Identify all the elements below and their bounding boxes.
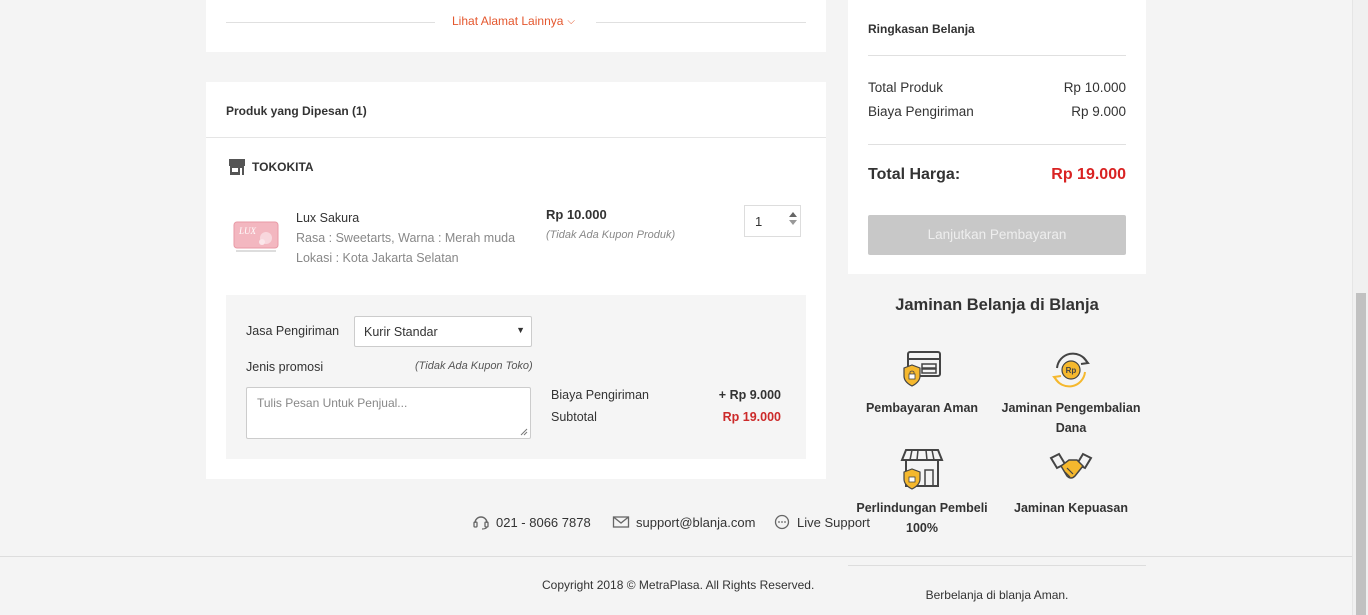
handshake-icon — [1049, 452, 1093, 479]
total-price-value: Rp 19.000 — [1051, 166, 1126, 183]
shopping-summary-card: Ringkasan Belanja Total Produk Rp 10.000… — [848, 0, 1146, 274]
product-coupon-note: (Tidak Ada Kupon Produk) — [546, 229, 676, 241]
seller-note-textarea[interactable]: Tulis Pesan Untuk Penjual... — [246, 387, 531, 439]
chevron-down-icon: ⌵ — [567, 16, 576, 27]
summary-title: Ringkasan Belanja — [868, 22, 975, 36]
live-support-label: Live Support — [797, 514, 870, 530]
divider — [206, 137, 826, 138]
product-image-brand: LUX — [238, 226, 257, 236]
divider — [596, 22, 806, 23]
scrollbar-thumb[interactable] — [1356, 293, 1366, 615]
contact-email[interactable]: support@blanja.com — [612, 514, 755, 530]
increment-arrow-icon[interactable] — [789, 212, 797, 217]
shipping-label: Jasa Pengiriman — [246, 324, 340, 338]
summary-shipping-value: Rp 9.000 — [1071, 104, 1126, 119]
guarantee-item-refund: Rp Jaminan Pengembalian Dana — [996, 346, 1146, 438]
ordered-products-title: Produk yang Dipesan (1) — [226, 104, 367, 118]
guarantee-item-secure-payment: Pembayaran Aman — [847, 346, 997, 418]
summary-shipping-row: Biaya Pengiriman Rp 9.000 — [868, 104, 1126, 119]
store-shield-icon — [900, 449, 944, 490]
summary-shipping-label: Biaya Pengiriman — [868, 104, 974, 119]
footer-divider — [0, 556, 1352, 557]
see-more-addresses-link[interactable]: Lihat Alamat Lainnya ⌵ — [452, 14, 575, 28]
page-scrollbar[interactable] — [1352, 0, 1368, 615]
total-products-value: Rp 10.000 — [1063, 80, 1126, 95]
subtotal-value: Rp 19.000 — [722, 410, 781, 424]
seller-note-placeholder: Tulis Pesan Untuk Penjual... — [257, 396, 408, 410]
shipping-fee-value: + Rp 9.000 — [718, 388, 781, 402]
continue-payment-button[interactable]: Lanjutkan Pembayaran — [868, 215, 1126, 255]
refund-badge: Rp — [1066, 366, 1077, 375]
address-card: Lihat Alamat Lainnya ⌵ — [206, 0, 826, 52]
summary-total-products-row: Total Produk Rp 10.000 — [868, 80, 1126, 95]
guarantee-label: Pembayaran Aman — [865, 401, 979, 415]
divider — [226, 22, 435, 23]
store-name: TOKOKITA — [252, 160, 314, 174]
subtotal-label: Subtotal — [551, 410, 597, 424]
shipping-section: Jasa Pengiriman Kurir Standar ▼ Jenis pr… — [226, 295, 806, 459]
product-name[interactable]: Lux Sakura — [296, 208, 515, 228]
shipping-fee-label: Biaya Pengiriman — [551, 388, 649, 402]
support-email: support@blanja.com — [636, 514, 756, 530]
copyright-text: Copyright 2018 © MetraPlasa. All Rights … — [542, 578, 815, 592]
quantity-value[interactable]: 1 — [755, 214, 762, 229]
guarantee-label: Jaminan Kepuasan — [1014, 501, 1128, 515]
footer-tagline: Berbelanja di blanja Aman. — [925, 588, 1069, 602]
refund-icon: Rp — [1052, 352, 1090, 388]
store-coupon-note: (Tidak Ada Kupon Toko) — [415, 360, 533, 372]
guarantee-label: Jaminan Pengembalian Dana — [1001, 401, 1141, 435]
footer-divider — [848, 565, 1146, 566]
guarantee-title: Jaminan Belanja di Blanja — [895, 296, 1099, 314]
total-products-label: Total Produk — [868, 80, 944, 95]
product-info: Lux Sakura Rasa : Sweetarts, Warna : Mer… — [296, 208, 515, 268]
resize-grip-icon[interactable] — [520, 428, 528, 436]
store-row[interactable]: TOKOKITA — [228, 158, 314, 176]
product-image[interactable]: LUX — [232, 216, 280, 254]
divider — [868, 55, 1126, 56]
shipping-courier-select[interactable]: Kurir Standar ▼ — [354, 316, 532, 347]
headset-icon — [473, 516, 489, 530]
guarantee-item-satisfaction: Jaminan Kepuasan — [996, 446, 1146, 518]
product-variant: Rasa : Sweetarts, Warna : Merah muda — [296, 231, 516, 245]
chat-bubble-icon — [774, 514, 790, 530]
total-price-label: Total Harga: — [868, 166, 961, 183]
shipping-courier-value: Kurir Standar — [364, 325, 438, 339]
quantity-spinner[interactable] — [788, 209, 798, 233]
decrement-arrow-icon[interactable] — [789, 220, 797, 225]
promo-type-label: Jenis promosi — [246, 360, 324, 374]
contact-live-support[interactable]: Live Support — [773, 514, 870, 530]
quantity-stepper[interactable]: 1 — [744, 205, 801, 237]
product-price: Rp 10.000 — [546, 207, 607, 222]
phone-number: 021 - 8066 7878 — [496, 514, 591, 530]
dropdown-arrow-icon: ▼ — [516, 325, 525, 335]
product-location: Lokasi : Kota Jakarta Selatan — [296, 251, 459, 265]
store-icon — [229, 159, 245, 175]
ordered-products-card: Produk yang Dipesan (1) TOKOKITA LUX Lux… — [206, 82, 826, 479]
card-shield-icon — [903, 351, 941, 387]
contact-phone[interactable]: 021 - 8066 7878 — [472, 514, 591, 530]
see-more-label: Lihat Alamat Lainnya — [452, 14, 564, 28]
divider — [868, 144, 1126, 145]
mail-icon — [612, 516, 630, 528]
